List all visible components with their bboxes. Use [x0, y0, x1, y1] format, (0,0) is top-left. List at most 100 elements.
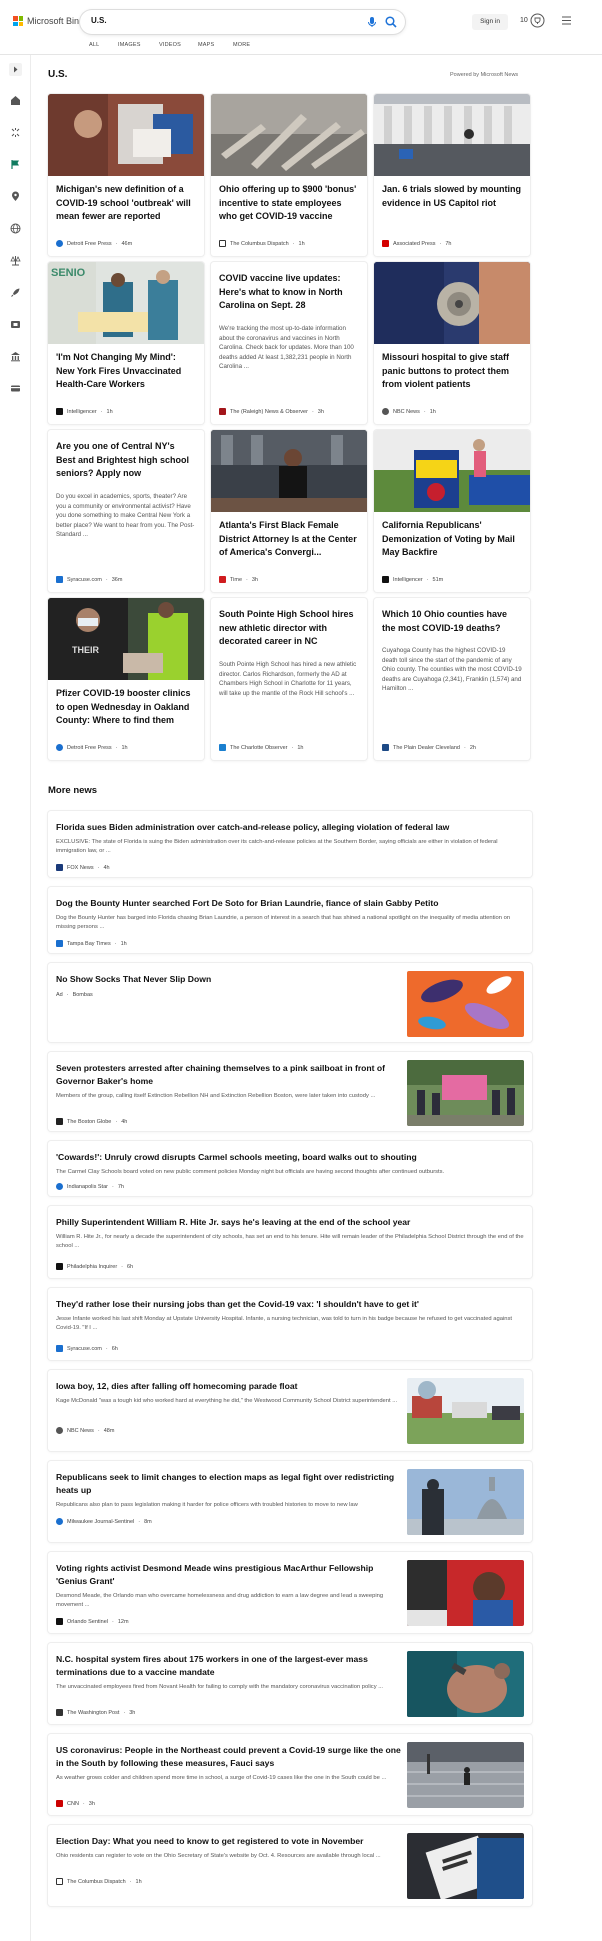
film-icon[interactable] [10, 319, 21, 330]
source-age: 12m [117, 1618, 129, 1625]
home-icon[interactable] [10, 95, 21, 106]
sparkle-icon[interactable] [10, 127, 21, 138]
sign-in-button[interactable]: Sign in [472, 14, 508, 30]
news-item[interactable]: Philly Superintendent William R. Hite Jr… [48, 1206, 532, 1278]
search-input[interactable] [91, 16, 361, 25]
card-title[interactable]: Jan. 6 trials slowed by mounting evidenc… [382, 183, 522, 210]
news-title[interactable]: Republicans seek to limit changes to ele… [56, 1471, 401, 1497]
news-item[interactable]: Seven protesters arrested after chaining… [48, 1052, 532, 1131]
news-title[interactable]: Philly Superintendent William R. Hite Jr… [56, 1216, 524, 1229]
card-title[interactable]: COVID vaccine live updates: Here's what … [219, 272, 359, 313]
rewards-count[interactable]: 10 [520, 17, 528, 24]
search-box[interactable] [80, 10, 405, 34]
news-title[interactable]: Iowa boy, 12, dies after falling off hom… [56, 1380, 401, 1393]
news-item[interactable]: Election Day: What you need to know to g… [48, 1825, 532, 1906]
news-item[interactable]: US coronavirus: People in the Northeast … [48, 1734, 532, 1815]
news-item[interactable]: Dog the Bounty Hunter searched Fort De S… [48, 887, 532, 953]
news-card[interactable]: Jan. 6 trials slowed by mounting evidenc… [374, 94, 530, 256]
news-card[interactable]: THEIR Pfizer COVID-19 booster clinics to… [48, 598, 204, 760]
news-item[interactable]: Republicans seek to limit changes to ele… [48, 1461, 532, 1542]
news-title[interactable]: Dog the Bounty Hunter searched Fort De S… [56, 897, 524, 910]
news-card[interactable]: Michigan's new definition of a COVID-19 … [48, 94, 204, 256]
nav-all[interactable]: ALL [89, 42, 99, 48]
news-item[interactable]: Iowa boy, 12, dies after falling off hom… [48, 1370, 532, 1451]
nav-more[interactable]: MORE [233, 42, 250, 48]
news-card[interactable]: Ohio offering up to $900 'bonus' incenti… [211, 94, 367, 256]
news-item[interactable]: Florida sues Biden administration over c… [48, 811, 532, 877]
news-title[interactable]: They'd rather lose their nursing jobs th… [56, 1298, 524, 1311]
nav-images[interactable]: IMAGES [118, 42, 141, 48]
card-title[interactable]: 'I'm Not Changing My Mind': New York Fir… [56, 351, 196, 392]
ad-item[interactable]: No Show Socks That Never Slip Down Ad · … [48, 963, 532, 1042]
source-age: 46m [121, 240, 133, 247]
svg-text:SENIO: SENIO [51, 267, 86, 279]
card-title[interactable]: California Republicans' Demonization of … [382, 519, 522, 560]
search-icon[interactable] [384, 15, 398, 29]
news-description: EXCLUSIVE: The state of Florida is suing… [56, 839, 498, 855]
card-title[interactable]: Missouri hospital to give staff panic bu… [382, 351, 522, 392]
source-name: Philadelphia Inquirer [67, 1263, 118, 1270]
expand-icon[interactable] [9, 63, 22, 76]
news-title[interactable]: Voting rights activist Desmond Meade win… [56, 1562, 401, 1588]
card-source: NBC News · 1h [382, 408, 436, 415]
news-description: The Carmel Clay Schools board voted on n… [56, 1169, 445, 1175]
news-title[interactable]: N.C. hospital system fires about 175 wor… [56, 1653, 401, 1679]
source-logo-icon [56, 1800, 63, 1807]
source-sep: · [66, 992, 69, 998]
card-title[interactable]: Are you one of Central NY's Best and Bri… [56, 440, 196, 481]
hamburger-menu-icon[interactable] [561, 15, 572, 26]
news-thumbnail [407, 1742, 524, 1808]
source-logo-icon [56, 576, 63, 583]
news-title[interactable]: Election Day: What you need to know to g… [56, 1835, 401, 1848]
source-sep: · [292, 240, 295, 247]
news-card[interactable]: COVID vaccine live updates: Here's what … [211, 262, 367, 424]
flag-icon[interactable] [10, 159, 21, 170]
news-title[interactable]: Seven protesters arrested after chaining… [56, 1062, 401, 1088]
bing-logo[interactable]: Microsoft Bing [13, 16, 84, 26]
news-card[interactable]: Atlanta's First Black Female District At… [211, 430, 367, 592]
rewards-trophy-icon[interactable] [530, 13, 545, 28]
scale-icon[interactable] [10, 255, 21, 266]
card-description: Cuyahoga County has the highest COVID-19… [382, 647, 522, 692]
powered-by: Powered by Microsoft News [450, 72, 519, 78]
news-title[interactable]: 'Cowards!': Unruly crowd disrupts Carmel… [56, 1151, 524, 1164]
source-sep: · [82, 1800, 85, 1807]
news-item[interactable]: N.C. hospital system fires about 175 wor… [48, 1643, 532, 1724]
news-item[interactable]: Voting rights activist Desmond Meade win… [48, 1552, 532, 1633]
news-item[interactable]: 'Cowards!': Unruly crowd disrupts Carmel… [48, 1141, 532, 1196]
card-title[interactable]: Pfizer COVID-19 booster clinics to open … [56, 687, 196, 728]
bank-icon[interactable] [10, 351, 21, 362]
source-name: The (Raleigh) News & Observer [230, 408, 308, 415]
news-card[interactable]: Which 10 Ohio counties have the most COV… [374, 598, 530, 760]
news-title[interactable]: US coronavirus: People in the Northeast … [56, 1744, 401, 1770]
rocket-icon[interactable] [10, 287, 21, 298]
card-image [374, 262, 530, 344]
microphone-icon[interactable] [365, 15, 379, 29]
card-title[interactable]: Ohio offering up to $900 'bonus' incenti… [219, 183, 359, 224]
news-card[interactable]: California Republicans' Demonization of … [374, 430, 530, 592]
header-divider [0, 54, 602, 55]
news-source: Philadelphia Inquirer · 6h [56, 1263, 133, 1270]
news-title[interactable]: No Show Socks That Never Slip Down [56, 973, 396, 986]
news-title[interactable]: Florida sues Biden administration over c… [56, 821, 524, 834]
nav-maps[interactable]: MAPS [198, 42, 214, 48]
card-title[interactable]: Which 10 Ohio counties have the most COV… [382, 608, 522, 635]
news-card[interactable]: South Pointe High School hires new athle… [211, 598, 367, 760]
source-name: CNN [67, 1800, 79, 1807]
news-thumbnail [407, 1378, 524, 1444]
source-logo-icon [382, 240, 389, 247]
news-card[interactable]: Missouri hospital to give staff panic bu… [374, 262, 530, 424]
card-title[interactable]: Michigan's new definition of a COVID-19 … [56, 183, 196, 224]
card-title[interactable]: South Pointe High School hires new athle… [219, 608, 359, 649]
card-title[interactable]: Atlanta's First Black Female District At… [219, 519, 359, 560]
news-card[interactable]: Are you one of Central NY's Best and Bri… [48, 430, 204, 592]
globe-icon[interactable] [10, 223, 21, 234]
news-item[interactable]: They'd rather lose their nursing jobs th… [48, 1288, 532, 1360]
source-sep: · [115, 744, 118, 751]
card-icon[interactable] [10, 383, 21, 394]
nav-videos[interactable]: VIDEOS [159, 42, 181, 48]
news-card[interactable]: SENIO 'I'm Not Changing My Mind': New Yo… [48, 262, 204, 424]
source-age: 3h [317, 408, 324, 415]
location-pin-icon[interactable] [10, 191, 21, 202]
source-logo-icon [56, 1263, 63, 1270]
